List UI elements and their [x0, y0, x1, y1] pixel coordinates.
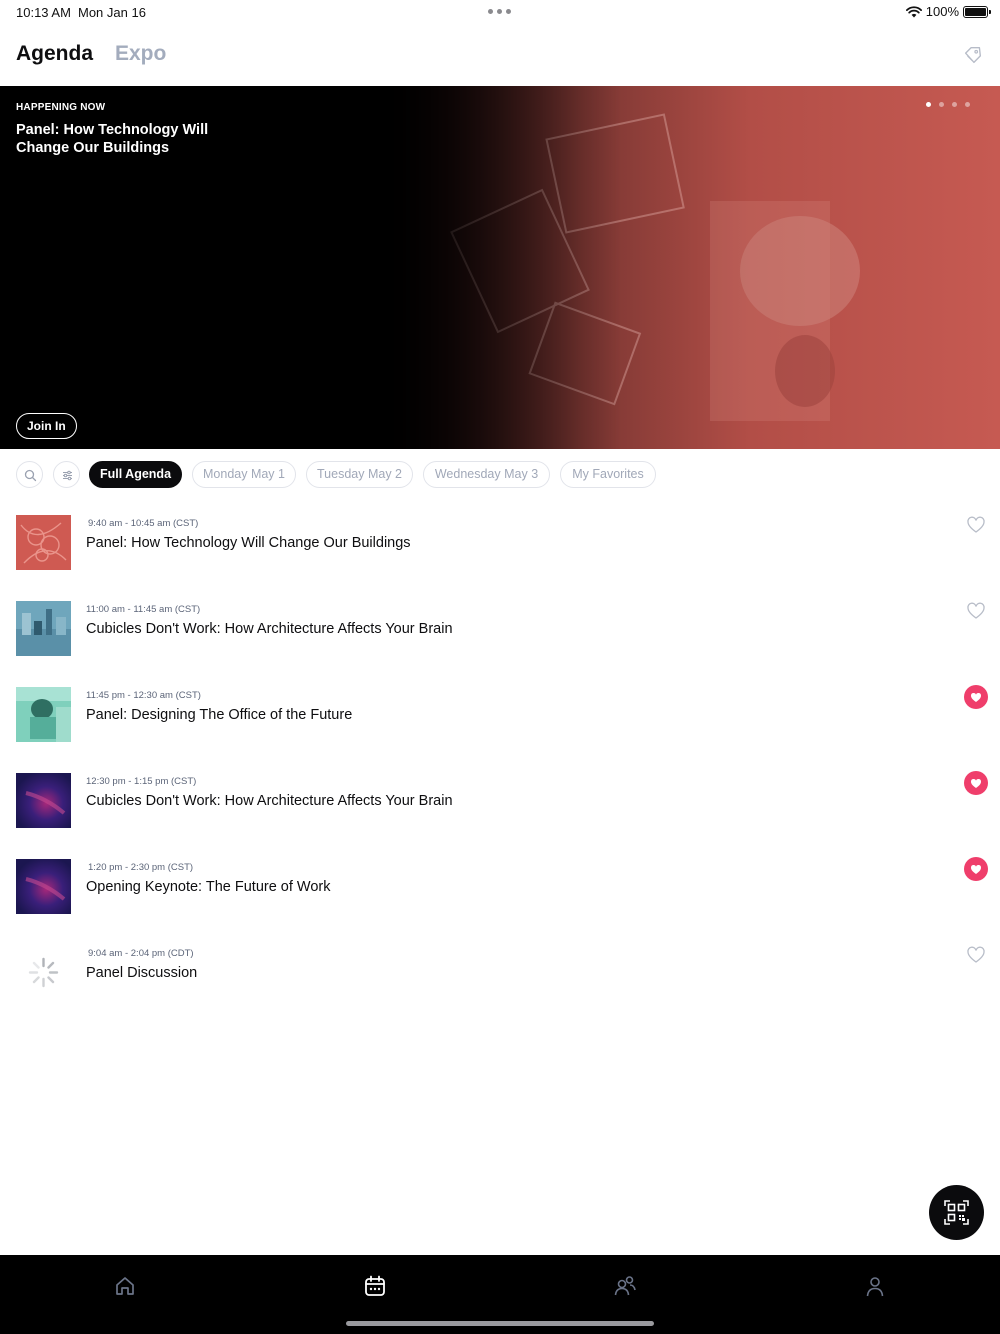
hero-label: HAPPENING NOW	[16, 102, 106, 113]
session-thumbnail	[16, 773, 71, 828]
heart-filled-icon[interactable]	[964, 771, 988, 795]
people-icon[interactable]	[612, 1273, 638, 1299]
session-title: Cubicles Don't Work: How Architecture Af…	[86, 793, 453, 809]
session-time: 11:00 am - 11:45 am (CST)	[86, 604, 201, 615]
heart-outline-icon[interactable]	[964, 943, 988, 967]
filter-button[interactable]	[53, 461, 80, 488]
chip-monday-may-1[interactable]: Monday May 1	[192, 461, 296, 488]
bottom-nav	[0, 1255, 1000, 1334]
session-time: 1:20 pm - 2:30 pm (CST)	[88, 862, 194, 873]
status-date: Mon Jan 16	[78, 5, 146, 20]
session-title: Panel: Designing The Office of the Futur…	[86, 707, 353, 723]
session-thumbnail	[16, 515, 71, 570]
multitasking-dots-icon[interactable]	[488, 9, 512, 15]
heart-outline-icon[interactable]	[964, 513, 988, 537]
session-thumbnail	[16, 859, 71, 914]
home-icon[interactable]	[112, 1273, 138, 1299]
tab-agenda[interactable]: Agenda	[16, 42, 93, 66]
search-icon	[24, 469, 37, 482]
chip-full-agenda[interactable]: Full Agenda	[89, 461, 182, 488]
session-time: 9:04 am - 2:04 pm (CDT)	[88, 948, 194, 959]
session-title: Opening Keynote: The Future of Work	[86, 879, 331, 895]
filter-row: Full Agenda Monday May 1 Tuesday May 2 W…	[16, 461, 986, 488]
session-row[interactable]: 11:45 pm - 12:30 am (CST) Panel: Designi…	[0, 672, 1000, 758]
session-title: Panel: How Technology Will Change Our Bu…	[86, 535, 411, 551]
session-time: 12:30 pm - 1:15 pm (CST)	[86, 776, 197, 787]
status-bar: 10:13 AM Mon Jan 16 100%	[0, 0, 1000, 26]
hero-pager[interactable]	[926, 102, 972, 107]
status-time: 10:13 AM	[16, 5, 71, 20]
battery-percent: 100%	[925, 4, 959, 19]
session-row[interactable]: 9:04 am - 2:04 pm (CDT) Panel Discussion	[0, 930, 1000, 1016]
tag-icon[interactable]	[962, 44, 984, 66]
chip-my-favorites[interactable]: My Favorites	[560, 461, 656, 488]
heart-outline-icon[interactable]	[964, 599, 988, 623]
session-row[interactable]: 12:30 pm - 1:15 pm (CST) Cubicles Don't …	[0, 758, 1000, 844]
header: Agenda Expo	[0, 40, 1000, 80]
battery-icon	[963, 5, 991, 18]
status-right: 100%	[905, 4, 991, 19]
session-row[interactable]: 11:00 am - 11:45 am (CST) Cubicles Don't…	[0, 586, 1000, 672]
session-thumbnail	[16, 687, 71, 742]
session-time: 11:45 pm - 12:30 am (CST)	[86, 690, 201, 701]
heart-filled-icon[interactable]	[964, 685, 988, 709]
qr-code-icon	[944, 1200, 969, 1225]
session-time: 9:40 am - 10:45 am (CST)	[88, 518, 199, 529]
heart-filled-icon[interactable]	[964, 857, 988, 881]
session-row[interactable]: 9:40 am - 10:45 am (CST) Panel: How Tech…	[0, 500, 1000, 586]
chip-wednesday-may-3[interactable]: Wednesday May 3	[423, 461, 550, 488]
tab-expo[interactable]: Expo	[115, 42, 166, 66]
home-indicator	[346, 1321, 654, 1326]
loading-spinner-icon	[28, 957, 59, 988]
hero-title: Panel: How Technology Will Change Our Bu…	[16, 122, 209, 156]
filter-icon	[63, 470, 72, 481]
hero-banner[interactable]: HAPPENING NOW Panel: How Technology Will…	[0, 86, 1000, 449]
search-button[interactable]	[16, 461, 43, 488]
session-title: Cubicles Don't Work: How Architecture Af…	[86, 621, 453, 637]
session-title: Panel Discussion	[86, 965, 198, 981]
calendar-icon[interactable]	[362, 1273, 388, 1299]
join-in-button[interactable]: Join In	[16, 413, 77, 439]
session-thumbnail	[16, 601, 71, 656]
wifi-icon	[905, 5, 922, 17]
chip-tuesday-may-2[interactable]: Tuesday May 2	[306, 461, 413, 488]
session-row[interactable]: 1:20 pm - 2:30 pm (CST) Opening Keynote:…	[0, 844, 1000, 930]
profile-icon[interactable]	[862, 1273, 888, 1299]
qr-scan-button[interactable]	[929, 1185, 984, 1240]
